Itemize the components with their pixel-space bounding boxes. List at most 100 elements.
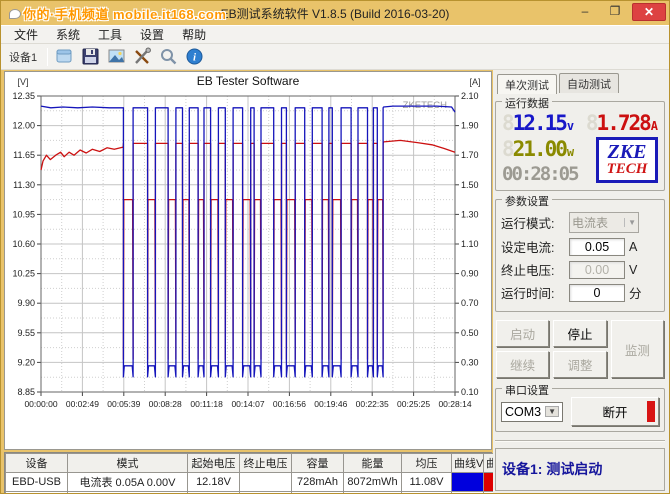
- svg-text:[V]: [V]: [17, 77, 28, 87]
- results-table-wrap: 设备模式起始电压终止电压容量能量均压曲线V曲线AEBD-USB电流表 0.05A…: [4, 452, 516, 493]
- discharge-chart: EB Tester Software [V] [A] 12.35 12.00 11.65 1…: [12, 74, 480, 409]
- adjust-button[interactable]: 调整: [553, 351, 607, 378]
- menu-item-系统[interactable]: 系统: [47, 24, 89, 45]
- svg-text:1.70: 1.70: [461, 150, 479, 160]
- stop-button[interactable]: 停止: [553, 320, 607, 347]
- svg-text:1.90: 1.90: [461, 121, 479, 131]
- current-readout: 81.728A: [585, 111, 658, 135]
- svg-text:00:14:07: 00:14:07: [231, 399, 264, 409]
- app-window: 你的·手机频道 mobile.it168.com EB测试系统软件 V1.8.5…: [0, 0, 670, 494]
- svg-text:12.00: 12.00: [12, 121, 35, 131]
- param-unit: V: [629, 262, 638, 277]
- close-button[interactable]: ✕: [632, 3, 666, 21]
- com-port-select[interactable]: COM3 ▼: [501, 401, 563, 422]
- params-group: 参数设置 运行模式: 电流表 ▼ 设定电流: 0.05 A 终止电压: 0.00 V 运行时间: 0…: [495, 193, 665, 312]
- svg-text:00:25:25: 00:25:25: [397, 399, 430, 409]
- run-mode-select[interactable]: 电流表 ▼: [569, 212, 639, 233]
- svg-text:0.50: 0.50: [461, 328, 479, 338]
- table-cell: [239, 472, 292, 492]
- connection-indicator: [647, 401, 655, 422]
- svg-text:10.95: 10.95: [12, 209, 35, 219]
- start-button[interactable]: 启动: [496, 320, 550, 347]
- param-row-1: 设定电流: 0.05 A: [501, 237, 659, 256]
- param-label: 运行时间:: [501, 287, 555, 301]
- monitor-button[interactable]: 监测: [610, 320, 664, 378]
- zoom-icon[interactable]: [159, 47, 178, 66]
- svg-text:0.70: 0.70: [461, 298, 479, 308]
- svg-text:1.50: 1.50: [461, 180, 479, 190]
- divider: [495, 440, 665, 442]
- param-input-3[interactable]: 0: [569, 283, 625, 302]
- results-table: 设备模式起始电压终止电压容量能量均压曲线V曲线AEBD-USB电流表 0.05A…: [5, 453, 516, 493]
- table-row[interactable]: EBD-USB 电流表 0.05A 0.00V 12.18V 728mAh 8072mW…: [5, 472, 516, 492]
- table-cell: 电流表 0.05A 0.00V: [67, 472, 188, 492]
- side-panel: 单次测试 自动测试 运行数据 812.15v 81.728A 821.00w 0…: [493, 70, 669, 493]
- new-icon[interactable]: [55, 47, 74, 66]
- run-data-label: 运行数据: [502, 95, 552, 111]
- param-row-2: 终止电压: 0.00 V: [501, 260, 659, 279]
- param-input-2[interactable]: 0.00: [569, 260, 625, 279]
- menu-bar: 文件 系统 工具 设置 帮助: [1, 25, 669, 44]
- tab-single-test[interactable]: 单次测试: [497, 74, 557, 94]
- tab-auto-test[interactable]: 自动测试: [559, 73, 619, 93]
- params-label: 参数设置: [502, 193, 552, 209]
- svg-text:9.20: 9.20: [17, 357, 35, 367]
- svg-text:[A]: [A]: [469, 77, 480, 87]
- param-unit: A: [629, 239, 638, 254]
- serial-label: 串口设置: [502, 382, 552, 398]
- serial-group: 串口设置 COM3 ▼ 断开: [495, 382, 665, 432]
- time-readout: 00:28:05: [502, 163, 580, 185]
- voltage-readout: 812.15v: [502, 111, 575, 135]
- svg-text:1.10: 1.10: [461, 239, 479, 249]
- svg-text:EB Tester Software: EB Tester Software: [197, 74, 300, 88]
- svg-text:0.30: 0.30: [461, 357, 479, 367]
- toolbar: 设备1 i: [1, 44, 669, 70]
- svg-text:8.85: 8.85: [17, 387, 35, 397]
- column-header: 终止电压: [239, 453, 292, 473]
- svg-text:9.55: 9.55: [17, 328, 35, 338]
- svg-text:00:00:00: 00:00:00: [24, 399, 57, 409]
- table-cell: 8072mWh: [343, 472, 402, 492]
- disconnect-button[interactable]: 断开: [571, 397, 659, 426]
- param-label: 终止电压:: [501, 264, 555, 278]
- column-header: 容量: [291, 453, 344, 473]
- svg-text:00:05:39: 00:05:39: [107, 399, 140, 409]
- param-row-0: 运行模式: 电流表 ▼: [501, 212, 659, 233]
- test-tabs: 单次测试 自动测试: [497, 73, 665, 94]
- svg-text:1.30: 1.30: [461, 209, 479, 219]
- control-buttons: 启动 停止 监测 继续 调整: [496, 320, 664, 378]
- curve-v-swatch: [451, 472, 484, 492]
- menu-item-工具[interactable]: 工具: [89, 24, 131, 45]
- column-header: 能量: [343, 453, 402, 473]
- svg-text:00:08:28: 00:08:28: [149, 399, 182, 409]
- menu-item-文件[interactable]: 文件: [5, 24, 47, 45]
- chevron-down-icon: ▼: [545, 406, 559, 417]
- title-bar[interactable]: 你的·手机频道 mobile.it168.com EB测试系统软件 V1.8.5…: [1, 1, 669, 25]
- column-header: 设备: [5, 453, 68, 473]
- column-header: 模式: [67, 453, 188, 473]
- svg-text:00:16:56: 00:16:56: [273, 399, 306, 409]
- tools-icon[interactable]: [133, 47, 152, 66]
- svg-text:12.35: 12.35: [12, 91, 35, 101]
- param-input-1[interactable]: 0.05: [569, 237, 625, 256]
- svg-text:00:02:49: 00:02:49: [66, 399, 99, 409]
- column-header: 曲线V: [451, 453, 484, 473]
- bubble-icon: [9, 9, 21, 19]
- table-cell: 12.18V: [187, 472, 240, 492]
- param-label: 设定电流:: [501, 241, 555, 255]
- run-data-group: 运行数据 812.15v 81.728A 821.00w 00:28:05 ZK…: [495, 95, 665, 191]
- svg-text:00:22:35: 00:22:35: [356, 399, 389, 409]
- column-header: 均压: [401, 453, 452, 473]
- device-tab[interactable]: 设备1: [6, 47, 40, 67]
- maximize-button[interactable]: ❐: [602, 3, 628, 21]
- save-icon[interactable]: [81, 47, 100, 66]
- svg-text:10.60: 10.60: [12, 239, 35, 249]
- svg-text:00:28:14: 00:28:14: [438, 399, 471, 409]
- menu-item-帮助[interactable]: 帮助: [173, 24, 215, 45]
- menu-item-设置[interactable]: 设置: [131, 24, 173, 45]
- image-icon[interactable]: [107, 47, 126, 66]
- svg-text:00:11:18: 00:11:18: [190, 399, 223, 409]
- minimize-button[interactable]: –: [572, 3, 598, 21]
- info-icon[interactable]: i: [185, 47, 204, 66]
- resume-button[interactable]: 继续: [496, 351, 550, 378]
